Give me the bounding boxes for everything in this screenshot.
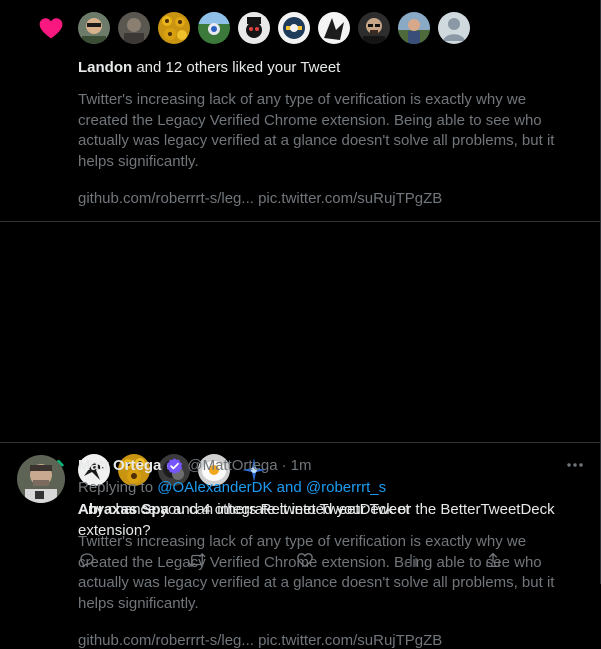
avatar[interactable]	[238, 12, 270, 44]
github-link[interactable]: github.com/roberrrt-s/leg...	[78, 190, 254, 207]
views-icon[interactable]	[402, 551, 420, 569]
reply-line: extension?	[78, 522, 151, 539]
mention-link[interactable]: @roberrrt_s	[306, 479, 386, 496]
reply-text: Any chance you can integrate it into Twe…	[78, 499, 583, 541]
author-name[interactable]: Matt Ortega	[78, 456, 161, 476]
reply-icon[interactable]	[78, 551, 96, 569]
retweet-notification[interactable]: Abraxas Spa and 4 others Retweeted your …	[0, 221, 600, 649]
tweet-timestamp[interactable]: 1m	[291, 456, 312, 476]
tweet-preview[interactable]: Twitter's increasing lack of any type of…	[78, 90, 578, 172]
github-link[interactable]: github.com/roberrrt-s/leg...	[78, 632, 254, 649]
verified-badge-icon	[167, 457, 183, 474]
avatar[interactable]	[318, 12, 350, 44]
headline-rest: and 12 others liked your Tweet	[132, 59, 341, 76]
author-avatar[interactable]	[17, 455, 65, 503]
avatar[interactable]	[278, 12, 310, 44]
reply-line: Any chance you can integrate it into Twe…	[78, 501, 555, 518]
heart-icon	[39, 18, 63, 39]
liker-avatars	[78, 12, 470, 44]
replying-to: Replying to @OAlexanderDK and @roberrrt_…	[78, 478, 386, 498]
author-handle[interactable]: @MattOrtega	[187, 456, 277, 476]
author-line: Matt Ortega @MattOrtega · 1m	[78, 456, 311, 476]
tweet-line: helps significantly.	[78, 594, 199, 612]
avatar[interactable]	[78, 12, 110, 44]
pic-link[interactable]: pic.twitter.com/suRujTPgZB	[258, 632, 442, 649]
tweet-line: actually was legacy verified at a glance…	[78, 132, 555, 149]
tweet-line: helps significantly.	[78, 152, 199, 170]
more-options-icon[interactable]	[565, 455, 585, 475]
retweet-icon[interactable]	[188, 551, 206, 569]
like-notification[interactable]: Landon and 12 others liked your Tweet Tw…	[0, 0, 600, 222]
like-icon[interactable]	[296, 551, 314, 569]
separator-dot: ·	[281, 457, 287, 474]
avatar[interactable]	[118, 12, 150, 44]
actor-name[interactable]: Landon	[78, 59, 132, 76]
tweet-line: Twitter's increasing lack of any type of…	[78, 91, 527, 108]
mention-link[interactable]: @OAlexanderDK	[157, 479, 272, 496]
tweet-links: github.com/roberrrt-s/leg... pic.twitter…	[78, 632, 442, 649]
replying-prefix: Replying to	[78, 479, 158, 496]
tweet-line: created the Legacy Verified Chrome exten…	[78, 111, 542, 129]
avatar[interactable]	[198, 12, 230, 44]
avatar[interactable]	[158, 12, 190, 44]
avatar[interactable]	[398, 12, 430, 44]
tweet-links: github.com/roberrrt-s/leg... pic.twitter…	[78, 190, 442, 207]
notification-headline: Landon and 12 others liked your Tweet	[78, 58, 340, 78]
and-word: and	[272, 479, 306, 496]
avatar[interactable]	[438, 12, 470, 44]
share-icon[interactable]	[484, 551, 502, 569]
avatar[interactable]	[358, 12, 390, 44]
pic-link[interactable]: pic.twitter.com/suRujTPgZB	[258, 190, 442, 207]
